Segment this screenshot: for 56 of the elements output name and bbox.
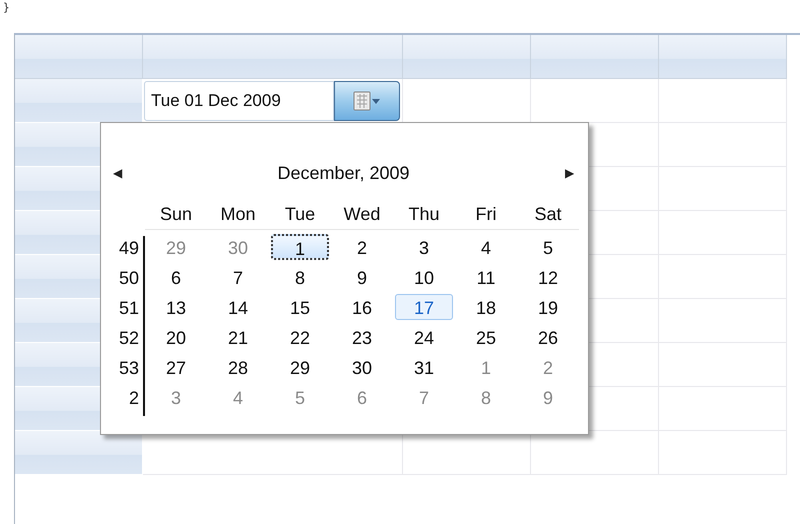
weekday-label: Wed <box>342 203 382 226</box>
day-cell[interactable]: 29 <box>271 354 329 380</box>
day-cell[interactable]: 14 <box>209 294 267 320</box>
day-cell[interactable]: 18 <box>457 294 515 320</box>
week-number: 50 <box>118 267 139 290</box>
grid-cell[interactable]: Tue 01 Dec 2009 <box>143 79 403 123</box>
week-number: 52 <box>118 327 139 350</box>
date-field[interactable]: Tue 01 Dec 2009 <box>144 81 334 121</box>
previous-month-button[interactable]: ◀ <box>109 166 126 180</box>
day-cell[interactable]: 15 <box>271 294 329 320</box>
calendar-icon <box>353 90 381 112</box>
weekday-label: Thu <box>407 203 441 226</box>
day-cell[interactable]: 25 <box>457 324 515 350</box>
column-header[interactable] <box>659 35 787 79</box>
calendar-dropdown-button[interactable] <box>334 81 400 121</box>
day-cell[interactable]: 4 <box>457 234 515 260</box>
day-cell[interactable]: 3 <box>395 234 453 260</box>
code-text: } <box>3 1 10 15</box>
weekday-label: Sat <box>533 203 563 226</box>
week-number: 51 <box>118 297 139 320</box>
day-cell[interactable]: 10 <box>395 264 453 290</box>
grid-cell[interactable] <box>659 79 787 123</box>
day-cell[interactable]: 13 <box>147 294 205 320</box>
day-cell[interactable]: 5 <box>519 234 577 260</box>
day-cell[interactable]: 28 <box>209 354 267 380</box>
day-cell[interactable]: 1 <box>271 234 329 260</box>
day-cell[interactable]: 19 <box>519 294 577 320</box>
day-cell[interactable]: 21 <box>209 324 267 350</box>
day-cell[interactable]: 20 <box>147 324 205 350</box>
week-number: 53 <box>118 357 139 380</box>
day-cell[interactable]: 6 <box>147 264 205 290</box>
day-cell[interactable]: 31 <box>395 354 453 380</box>
day-cell[interactable]: 16 <box>333 294 391 320</box>
day-cell[interactable]: 9 <box>333 264 391 290</box>
day-cell[interactable]: 2 <box>333 234 391 260</box>
day-cell[interactable]: 26 <box>519 324 577 350</box>
column-header[interactable] <box>15 35 143 79</box>
weekday-label: Tue <box>284 203 316 226</box>
day-cell[interactable]: 24 <box>395 324 453 350</box>
weekday-label: Fri <box>474 203 498 226</box>
week-number: 49 <box>118 237 139 260</box>
next-month-button[interactable]: ▶ <box>561 166 578 180</box>
column-header[interactable] <box>531 35 659 79</box>
day-cell[interactable]: 30 <box>333 354 391 380</box>
day-cell[interactable]: 8 <box>271 264 329 290</box>
day-cell[interactable]: 27 <box>147 354 205 380</box>
day-cell[interactable]: 17 <box>395 294 453 320</box>
day-cell[interactable]: 12 <box>519 264 577 290</box>
day-cell[interactable]: 7 <box>209 264 267 290</box>
day-cell[interactable]: 23 <box>333 324 391 350</box>
day-cell[interactable]: 11 <box>457 264 515 290</box>
weekday-label: Sun <box>158 203 194 226</box>
day-cell[interactable]: 22 <box>271 324 329 350</box>
month-title: December, 2009 <box>277 162 410 184</box>
weekday-label: Mon <box>219 203 256 226</box>
week-number: 2 <box>128 387 139 410</box>
